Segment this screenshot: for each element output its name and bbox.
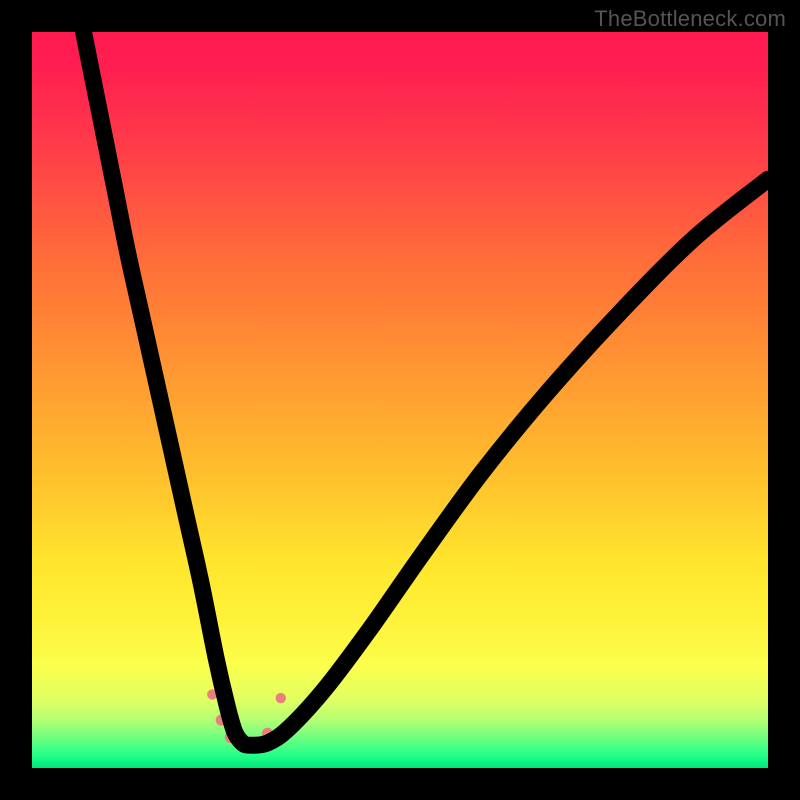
watermark-text: TheBottleneck.com <box>594 6 786 32</box>
highlight-marker <box>276 693 286 703</box>
bottleneck-curve <box>84 32 768 745</box>
plot-area <box>32 32 768 768</box>
chart-frame: TheBottleneck.com <box>0 0 800 800</box>
curve-layer <box>32 32 768 768</box>
